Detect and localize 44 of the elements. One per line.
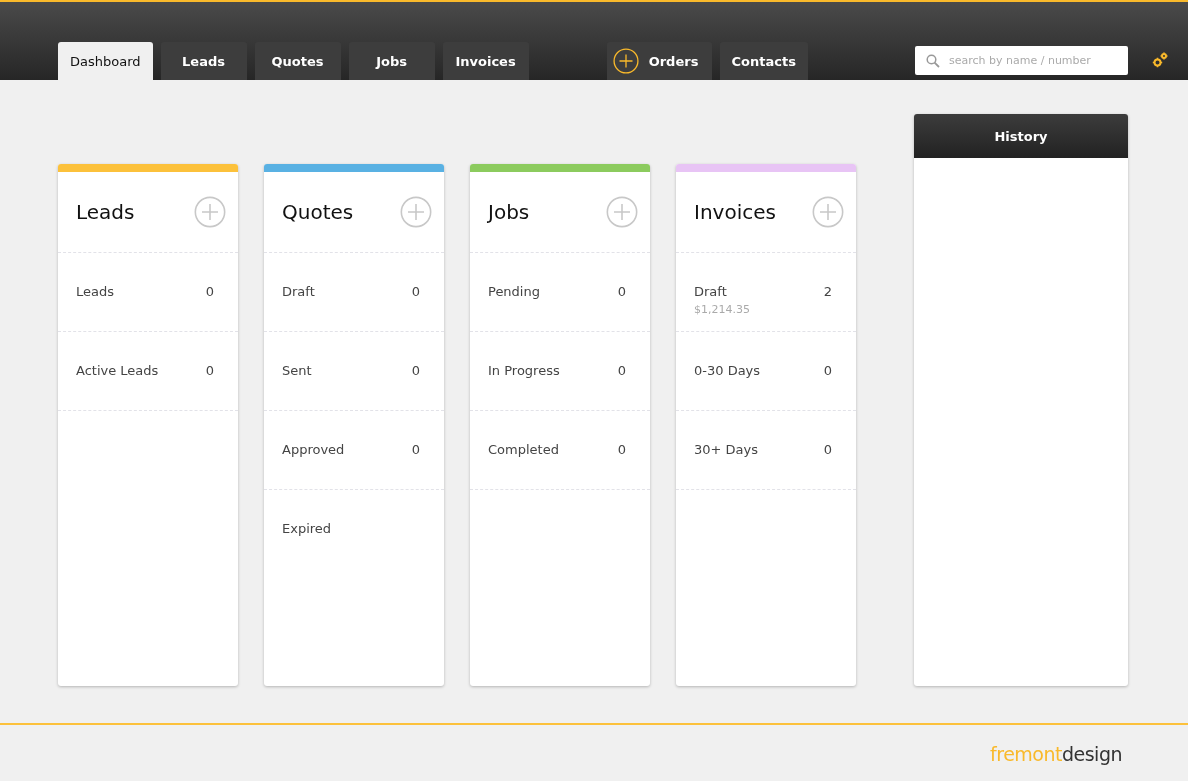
history-title: History [994, 128, 1048, 144]
row-label: Sent [282, 363, 312, 378]
row-label: Pending [488, 284, 540, 299]
count-text: 0 [823, 363, 832, 380]
search-field[interactable]: search by name / number [915, 45, 1128, 75]
count-text: 0 [823, 442, 832, 459]
nav-tab[interactable]: Contacts [719, 42, 808, 80]
row-label: 30+ Days [694, 442, 758, 457]
row-label: Expired [282, 521, 332, 536]
nav-tab[interactable]: Invoices [442, 42, 529, 80]
settings-icon[interactable] [1152, 52, 1168, 68]
nav-tab[interactable]: Leads [160, 42, 247, 80]
count-text: 0 [617, 442, 626, 459]
row-label: Draft [282, 284, 315, 299]
card-title: Jobs [488, 200, 530, 224]
amount-text: $1,214.35 [694, 303, 750, 316]
add-icon[interactable] [194, 196, 226, 228]
row-label: Active Leads [76, 363, 159, 378]
nav-tab[interactable]: Orders [606, 42, 712, 80]
count-text: 0 [205, 284, 214, 301]
nav-tab[interactable]: Dashboard [58, 42, 153, 80]
count-text: 0 [411, 284, 420, 301]
count-text: 0 [617, 284, 626, 301]
row-label: In Progress [488, 363, 560, 378]
row-label: Leads [76, 284, 114, 299]
brand-logo: fremontdesign [990, 743, 1122, 765]
row-label: Approved [282, 442, 345, 457]
count-text: 0 [205, 363, 214, 380]
count-text: 0 [617, 363, 626, 380]
search-icon [926, 53, 940, 68]
row-label: Completed [488, 442, 559, 457]
count-text: 0 [411, 442, 420, 459]
card-title: Invoices [694, 200, 776, 224]
add-icon[interactable] [606, 196, 638, 228]
row-label: 0-30 Days [694, 363, 761, 378]
card-title: Quotes [282, 200, 354, 224]
add-icon[interactable] [812, 196, 844, 228]
nav-tab[interactable]: Jobs [348, 42, 435, 80]
count-text: 2 [823, 284, 832, 301]
add-icon[interactable] [400, 196, 432, 228]
count-text: 0 [411, 363, 420, 380]
card-title: Leads [76, 200, 135, 224]
nav-tab[interactable]: Quotes [254, 42, 341, 80]
row-label: Draft [694, 284, 727, 299]
